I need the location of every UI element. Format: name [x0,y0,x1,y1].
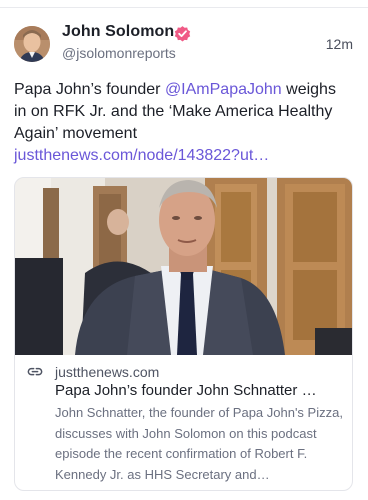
link-preview-image [15,178,352,355]
post-url-link[interactable]: justthenews.com/node/143822?ut… [14,147,269,164]
avatar[interactable] [14,26,50,62]
avatar-image [14,26,50,62]
post-text-start: Papa John’s founder [14,81,165,98]
link-description: John Schnatter, the founder of Papa John… [55,405,343,482]
post[interactable]: John Solomon @jsolomonreports 12m Papa J… [0,0,368,500]
mention-link[interactable]: @IAmPapaJohn [165,81,282,98]
link-domain: justthenews.com [55,364,160,380]
verified-badge-icon [174,26,191,42]
timestamp[interactable]: 12m [326,36,353,52]
post-text: Papa John’s founder @IAmPapaJohn weighs … [14,79,352,167]
author-handle[interactable]: @jsolomonreports [62,45,176,61]
link-preview-card[interactable]: justthenews.com Papa John’s founder John… [14,177,353,491]
link-icon [27,367,43,376]
link-title[interactable]: Papa John’s founder John Schnatter … [55,382,345,399]
author-name[interactable]: John Solomon [62,23,174,41]
divider [0,7,368,8]
